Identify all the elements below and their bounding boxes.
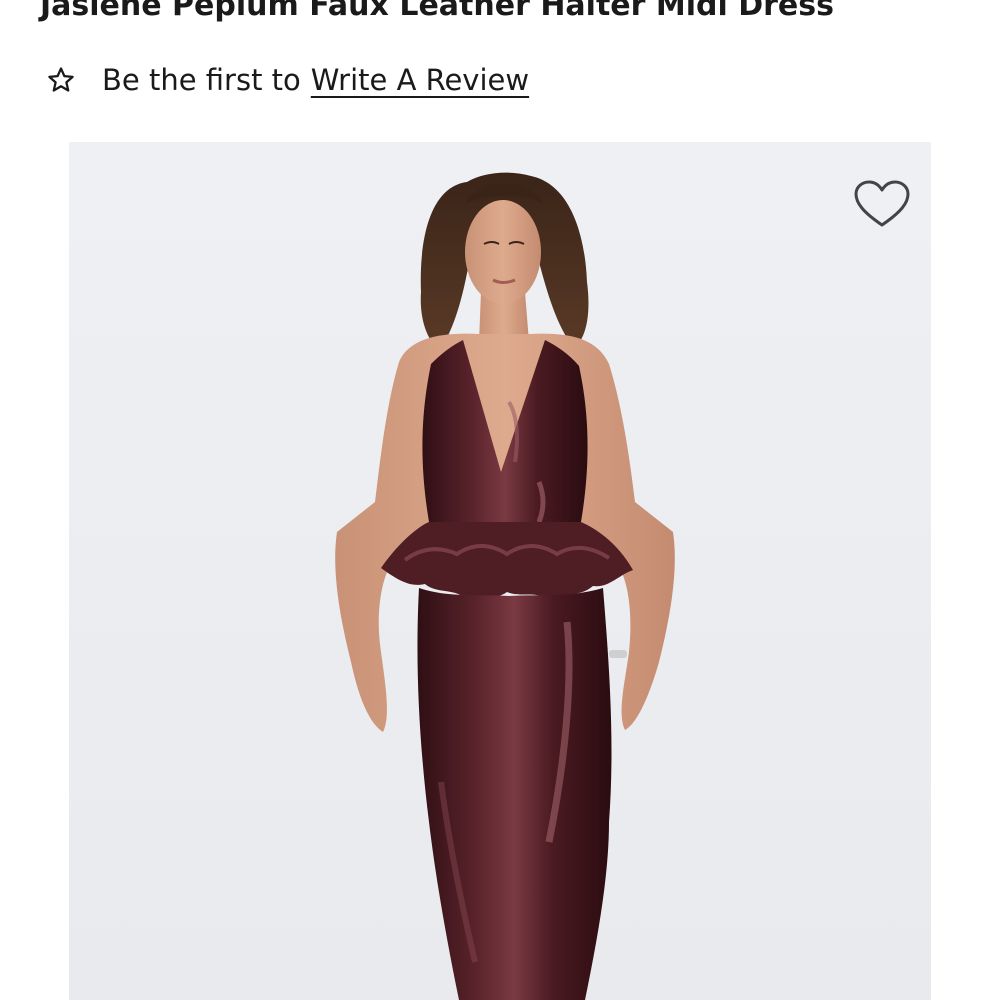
star-outline-icon xyxy=(48,67,74,92)
write-review-link[interactable]: Write A Review xyxy=(311,63,529,97)
product-page: Jaslene Peplum Faux Leather Halter Midi … xyxy=(0,0,1000,1000)
review-summary: Be the first to Write A Review xyxy=(46,58,529,102)
product-image[interactable] xyxy=(69,142,931,1000)
heart-outline-icon[interactable] xyxy=(853,180,911,230)
review-prompt-text: Be the first to xyxy=(102,63,301,97)
product-title: Jaslene Peplum Faux Leather Halter Midi … xyxy=(40,0,834,23)
next-image-peek xyxy=(931,142,1000,1000)
product-photo xyxy=(69,142,931,1000)
